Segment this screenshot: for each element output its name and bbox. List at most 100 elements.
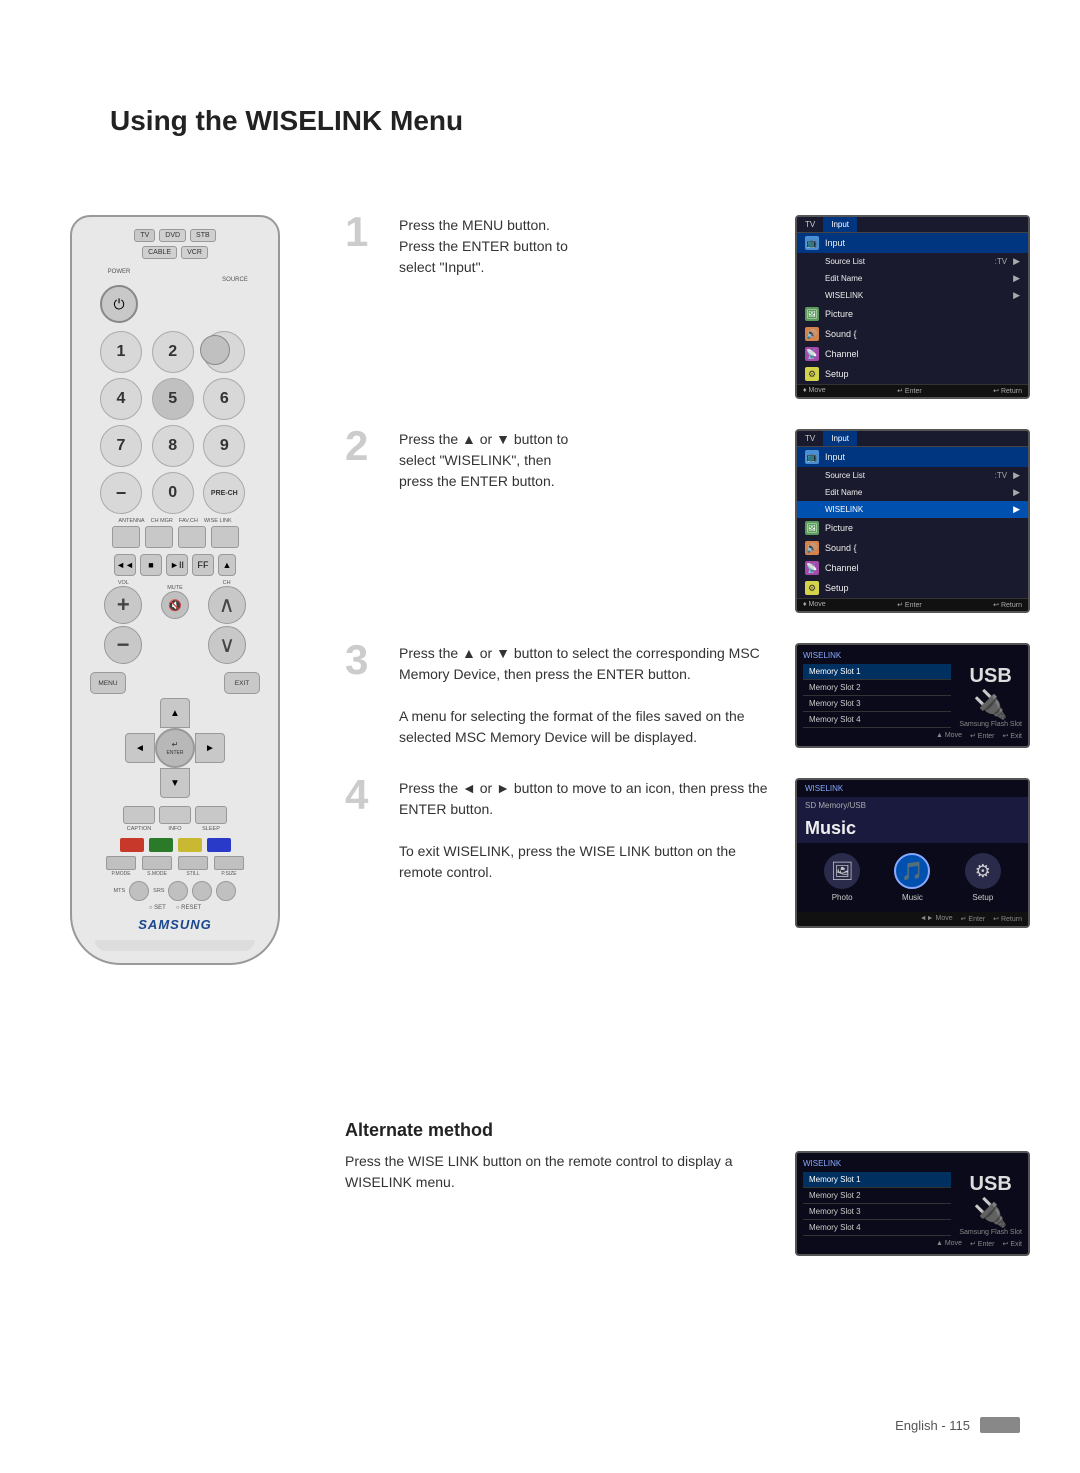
green-button[interactable] [149, 838, 173, 852]
prech-button[interactable]: PRE-CH [203, 472, 245, 514]
dpad-up-button[interactable]: ▲ [160, 698, 190, 728]
picture-item-2: 🖼 Picture [797, 518, 1028, 538]
blue-button[interactable] [207, 838, 231, 852]
wiselink-title-3: WISELINK [803, 651, 1022, 660]
wiselink-title-alt: WISELINK [803, 1159, 1022, 1168]
num-5-button[interactable]: 5 [152, 378, 194, 420]
vcr-button[interactable]: VCR [181, 246, 208, 259]
step-2-text: Press the ▲ or ▼ button toselect "WISELI… [399, 429, 781, 613]
wiselink-footer-move-3: ▲ Move [936, 732, 962, 740]
wiselink-button[interactable] [211, 526, 239, 548]
menu-button[interactable]: MENU [90, 672, 126, 694]
ff-button[interactable]: FF [192, 554, 214, 576]
cable-button[interactable]: CABLE [142, 246, 177, 259]
alt-memory-slot-3: Memory Slot 3 [803, 1204, 951, 1220]
step-1: 1 Press the MENU button.Press the ENTER … [345, 215, 1035, 399]
stb-button[interactable]: STB [190, 229, 216, 242]
step-4-number: 4 [345, 774, 383, 816]
wiselink-footer-enter-3: ↵ Enter [970, 732, 995, 740]
memory-slot-detail-3: Samsung Flash Slot [959, 721, 1022, 728]
wiselink-footer-exit-3: ↩ Exit [1003, 732, 1022, 740]
memory-slot-4: Memory Slot 4 [803, 712, 951, 728]
samsung-logo: SAMSUNG [138, 917, 211, 932]
alt-footer-move: ▲ Move [936, 1240, 962, 1248]
alternate-method-section: Alternate method Press the WISE LINK but… [345, 1120, 1035, 1256]
footer-enter-2: ↵ Enter [897, 601, 922, 609]
dpad-right-button[interactable]: ► [195, 733, 225, 763]
step-3: 3 Press the ▲ or ▼ button to select the … [345, 643, 1035, 748]
footer-move-1: ♦ Move [803, 387, 826, 395]
power-label: POWER [108, 269, 131, 275]
enter-button[interactable]: ↵ ENTER [155, 728, 195, 768]
input-tab-1: Input [823, 217, 857, 232]
alternate-title: Alternate method [345, 1120, 1035, 1141]
dpad-down-button[interactable]: ▼ [160, 768, 190, 798]
sleep-button[interactable] [195, 806, 227, 824]
footer-enter-1: ↵ Enter [897, 387, 922, 395]
srs-button[interactable] [168, 881, 188, 901]
alt-footer-exit: ↩ Exit [1003, 1240, 1022, 1248]
ch-up-btn[interactable]: ∧ [208, 586, 246, 624]
dpad-left-button[interactable]: ◄ [125, 733, 155, 763]
ch-up-button[interactable]: ▲ [218, 554, 236, 576]
alt-memory-slot-1: Memory Slot 1 [803, 1172, 951, 1188]
source-list-item-2: Source List :TV ▶ [797, 467, 1028, 484]
mts-button[interactable] [129, 881, 149, 901]
num-0-button[interactable]: 0 [152, 472, 194, 514]
power-button[interactable]: ⏻ [100, 285, 138, 323]
smode-button[interactable] [142, 856, 172, 870]
edit-name-item-2: Edit Name ▶ [797, 484, 1028, 501]
yellow-button[interactable] [178, 838, 202, 852]
channel-item-2: 📡 Channel [797, 558, 1028, 578]
num-4-button[interactable]: 4 [100, 378, 142, 420]
info-button[interactable] [159, 806, 191, 824]
source-button[interactable] [200, 335, 230, 365]
mute-button[interactable]: 🔇 [161, 591, 189, 619]
steps-container: 1 Press the MENU button.Press the ENTER … [345, 215, 1035, 958]
music-footer-move: ◄► Move [920, 915, 953, 923]
step-1-screen: TV Input 📺 Input Source List :TV ▶ Edit … [795, 215, 1035, 399]
extra1-button[interactable] [192, 881, 212, 901]
usb-label-alt: USB [970, 1173, 1012, 1196]
music-footer-enter: ↵ Enter [961, 915, 986, 923]
num-6-button[interactable]: 6 [203, 378, 245, 420]
dvd-button[interactable]: DVD [159, 229, 186, 242]
caption-button[interactable] [123, 806, 155, 824]
psize-button[interactable] [214, 856, 244, 870]
num-7-button[interactable]: 7 [100, 425, 142, 467]
tv-tab-2: TV [797, 431, 823, 446]
still-button[interactable] [178, 856, 208, 870]
rew-button[interactable]: ◄◄ [114, 554, 136, 576]
vol-down-button[interactable]: − [104, 626, 142, 664]
exit-button[interactable]: EXIT [224, 672, 260, 694]
ch-down-button[interactable]: ∨ [208, 626, 246, 664]
favch-button[interactable] [178, 526, 206, 548]
dash-button[interactable]: − [100, 472, 142, 514]
play-button[interactable]: ►II [166, 554, 188, 576]
chmgr-button[interactable] [145, 526, 173, 548]
music-title: Music [797, 814, 1028, 843]
pmode-button[interactable] [106, 856, 136, 870]
setup-icon-item: ⚙ Setup [965, 853, 1001, 902]
step-4: 4 Press the ◄ or ► button to move to an … [345, 778, 1035, 928]
stop-button[interactable]: ■ [140, 554, 162, 576]
num-1-button[interactable]: 1 [100, 331, 142, 373]
page-footer: English - 115 [895, 1417, 1020, 1433]
tv-button[interactable]: TV [134, 229, 155, 242]
source-label: SOURCE [222, 277, 248, 283]
edit-name-item: Edit Name ▶ [797, 270, 1028, 287]
alt-footer-enter: ↵ Enter [970, 1240, 995, 1248]
num-9-button[interactable]: 9 [203, 425, 245, 467]
vol-up-button[interactable]: + [104, 586, 142, 624]
wiselink-item-1: WISELINK ▶ [797, 287, 1028, 304]
set-label: ○ SET [149, 905, 166, 911]
step-2-screen: TV Input 📺 Input Source List :TV ▶ Edit … [795, 429, 1035, 613]
memory-slot-2: Memory Slot 2 [803, 680, 951, 696]
red-button[interactable] [120, 838, 144, 852]
antenna-button[interactable] [112, 526, 140, 548]
num-2-button[interactable]: 2 [152, 331, 194, 373]
footer-text: English - 115 [895, 1418, 970, 1433]
page-title: Using the WISELINK Menu [110, 105, 463, 137]
extra2-button[interactable] [216, 881, 236, 901]
num-8-button[interactable]: 8 [152, 425, 194, 467]
